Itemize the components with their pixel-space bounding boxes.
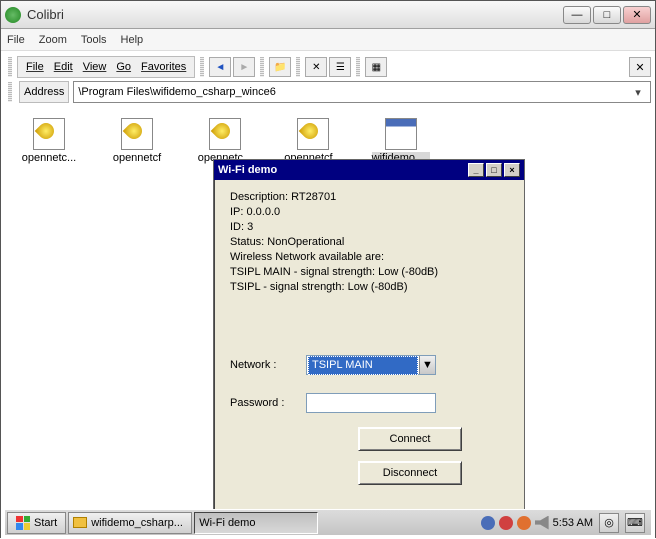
wifi-demo-dialog: Wi-Fi demo _ □ × Description: RT28701 IP… [213, 159, 525, 515]
address-dropdown-icon[interactable]: ▾ [630, 86, 646, 99]
grip [8, 82, 12, 102]
file-icon [209, 118, 241, 150]
exe-icon [385, 118, 417, 150]
close-button[interactable]: ✕ [623, 6, 651, 24]
grip [356, 57, 360, 77]
file-icon [33, 118, 65, 150]
file-item[interactable]: opennetc... [19, 118, 79, 164]
minimize-button[interactable]: — [563, 6, 591, 24]
address-bar: Address \Program Files\wifidemo_csharp_w… [5, 80, 651, 104]
info-available: Wireless Network available are: [230, 250, 508, 265]
maximize-button[interactable]: □ [593, 6, 621, 24]
toolbar-close-button[interactable]: ✕ [629, 57, 651, 77]
dialog-titlebar: Wi-Fi demo _ □ × [214, 160, 524, 180]
explorer-menu: File Edit View Go Favorites [17, 56, 195, 78]
windows-logo-icon [16, 516, 30, 530]
tmenu-file[interactable]: File [22, 61, 48, 73]
back-button[interactable]: ◄ [209, 57, 231, 77]
folder-icon [73, 517, 87, 528]
delete-button[interactable]: ✕ [305, 57, 327, 77]
info-description: Description: RT28701 [230, 190, 508, 205]
file-icon [297, 118, 329, 150]
info-id: ID: 3 [230, 220, 508, 235]
dropdown-icon[interactable]: ▼ [419, 356, 435, 374]
menu-help[interactable]: Help [121, 34, 144, 46]
taskbar: Start wifidemo_csharp... Wi-Fi demo 5:53… [5, 509, 651, 535]
tmenu-edit[interactable]: Edit [50, 61, 77, 73]
file-item[interactable]: opennetcf [107, 118, 167, 164]
address-label: Address [19, 81, 69, 103]
grip [296, 57, 300, 77]
app-icon [5, 7, 21, 23]
address-input[interactable]: \Program Files\wifidemo_csharp_wince6 ▾ [73, 81, 651, 103]
clock[interactable]: 5:53 AM [553, 517, 593, 529]
disconnect-button[interactable]: Disconnect [358, 461, 462, 485]
taskbar-item-wifi[interactable]: Wi-Fi demo [194, 512, 318, 534]
system-tray: 5:53 AM ◎ ⌨ [477, 513, 649, 533]
start-button[interactable]: Start [7, 512, 66, 534]
start-label: Start [34, 517, 57, 529]
tmenu-favorites[interactable]: Favorites [137, 61, 190, 73]
host-menubar: File Zoom Tools Help [1, 29, 655, 51]
grip [8, 57, 12, 77]
properties-button[interactable]: ☰ [329, 57, 351, 77]
dialog-maximize-button[interactable]: □ [486, 163, 502, 177]
grip [260, 57, 264, 77]
menu-zoom[interactable]: Zoom [39, 34, 67, 46]
up-folder-button[interactable]: 📁 [269, 57, 291, 77]
info-ip: IP: 0.0.0.0 [230, 205, 508, 220]
network-selected-value: TSIPL MAIN [308, 356, 418, 375]
task-label: wifidemo_csharp... [91, 517, 183, 529]
menu-tools[interactable]: Tools [81, 34, 107, 46]
explorer-toolbar: File Edit View Go Favorites ◄ ► 📁 ✕ ☰ ▦ … [5, 55, 651, 79]
network-label: Network : [230, 358, 298, 373]
show-desktop-button[interactable]: ◎ [599, 513, 619, 533]
dialog-close-button[interactable]: × [504, 163, 520, 177]
info-status: Status: NonOperational [230, 235, 508, 250]
tmenu-view[interactable]: View [79, 61, 111, 73]
info-network-1: TSIPL MAIN - signal strength: Low (-80dB… [230, 265, 508, 280]
tray-icon[interactable] [517, 516, 531, 530]
password-input[interactable] [306, 393, 436, 413]
dialog-minimize-button[interactable]: _ [468, 163, 484, 177]
tray-icon[interactable] [481, 516, 495, 530]
window-title: Colibri [27, 7, 563, 22]
task-label: Wi-Fi demo [199, 517, 255, 529]
tray-icon[interactable] [499, 516, 513, 530]
file-icon [121, 118, 153, 150]
network-select[interactable]: TSIPL MAIN ▼ [306, 355, 436, 375]
host-window-titlebar: Colibri — □ ✕ [1, 1, 655, 29]
connect-button[interactable]: Connect [358, 427, 462, 451]
address-value: \Program Files\wifidemo_csharp_wince6 [78, 86, 630, 98]
info-network-2: TSIPL - signal strength: Low (-80dB) [230, 280, 508, 295]
keyboard-button[interactable]: ⌨ [625, 513, 645, 533]
file-item[interactable]: opennetcf... [283, 118, 343, 164]
views-button[interactable]: ▦ [365, 57, 387, 77]
tray-volume-icon[interactable] [535, 516, 549, 530]
file-item[interactable]: opennetc... [195, 118, 255, 164]
file-item[interactable]: wifidemo_... [371, 118, 431, 164]
forward-button[interactable]: ► [233, 57, 255, 77]
file-label: opennetc... [22, 152, 76, 164]
tmenu-go[interactable]: Go [112, 61, 135, 73]
password-label: Password : [230, 396, 298, 411]
dialog-title: Wi-Fi demo [218, 164, 466, 176]
menu-file[interactable]: File [7, 34, 25, 46]
wifi-info: Description: RT28701 IP: 0.0.0.0 ID: 3 S… [230, 190, 508, 295]
taskbar-item-folder[interactable]: wifidemo_csharp... [68, 512, 192, 534]
file-label: opennetcf [113, 152, 161, 164]
grip [200, 57, 204, 77]
